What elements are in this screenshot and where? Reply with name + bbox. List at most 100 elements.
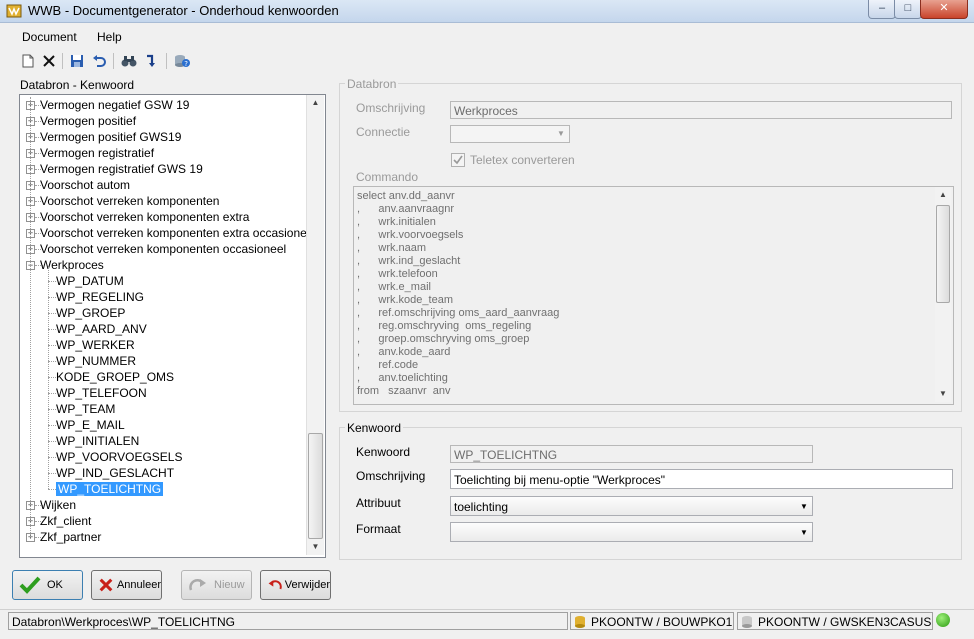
- tree-leaf[interactable]: WP_REGELING: [56, 290, 144, 304]
- nieuw-button[interactable]: Nieuw: [181, 570, 252, 600]
- commando-line: , wrk.e_mail: [357, 281, 431, 293]
- menu-document[interactable]: Document: [22, 30, 77, 44]
- new-document-icon[interactable]: [19, 52, 37, 70]
- tree-leaf[interactable]: WP_GROEP: [56, 306, 125, 320]
- minimize-button[interactable]: –: [868, 0, 896, 19]
- tree-leaf[interactable]: WP_TEAM: [56, 402, 115, 416]
- tree-leaf-row[interactable]: WP_TEAM: [56, 401, 115, 417]
- tree-node[interactable]: Voorschot verreken komponenten extra: [40, 209, 249, 225]
- commando-line: , wrk.initialen: [357, 216, 436, 228]
- tree-leaf-row[interactable]: WP_VOORVOEGSELS: [56, 449, 183, 465]
- kenwoord-omschrijving-input[interactable]: Toelichting bij menu-optie "Werkproces": [450, 469, 953, 489]
- tree-node[interactable]: Voorschot verreken komponenten extra occ…: [40, 225, 316, 241]
- tree-line: [48, 457, 56, 458]
- tree-leaf-row[interactable]: WP_TELEFOON: [56, 385, 147, 401]
- tree-leaf[interactable]: WP_TOELICHTNG: [56, 482, 164, 496]
- connectie-select[interactable]: ▼: [450, 125, 570, 143]
- scroll-down-arrow-icon[interactable]: ▼: [307, 539, 324, 555]
- database-help-icon[interactable]: ?: [173, 52, 191, 70]
- tree-node[interactable]: Vermogen registratief GWS 19: [40, 161, 203, 177]
- tree-node[interactable]: Vermogen negatief GSW 19: [40, 97, 189, 113]
- tree-node[interactable]: Werkproces: [40, 257, 104, 273]
- commando-line: , ref.code: [357, 359, 419, 371]
- commando-line: , wrk.naam: [357, 242, 427, 254]
- commando-line: from szaanvr anv: [357, 385, 451, 397]
- commando-line: , ref.omschrijving oms_aard_aanvraag: [357, 307, 560, 319]
- commando-scrollbar[interactable]: ▲ ▼: [935, 187, 951, 402]
- maximize-button[interactable]: □: [894, 0, 922, 19]
- scroll-thumb[interactable]: [936, 205, 950, 303]
- tree-node[interactable]: Zkf_client: [40, 513, 91, 529]
- commando-line: , reg.omschryving oms_regeling: [357, 320, 532, 332]
- commando-textarea[interactable]: select anv.dd_aanvr, anv.aanvraagnr, wrk…: [353, 186, 954, 405]
- tree-leaf-row[interactable]: WP_E_MAIL: [56, 417, 125, 433]
- annuleer-label: Annuleer: [116, 579, 161, 591]
- tree-node[interactable]: Voorschot verreken komponenten occasione…: [40, 241, 286, 257]
- formaat-select[interactable]: ▼: [450, 522, 813, 542]
- tree-node[interactable]: Voorschot autom: [40, 177, 130, 193]
- tree-leaf-row[interactable]: WP_WERKER: [56, 337, 135, 353]
- tree-node[interactable]: Vermogen registratief: [40, 145, 154, 161]
- tree-leaf[interactable]: WP_WERKER: [56, 338, 135, 352]
- scroll-up-arrow-icon[interactable]: ▲: [307, 95, 324, 111]
- commando-line: , groep.omschryving oms_groep: [357, 333, 530, 345]
- commando-label: Commando: [356, 170, 419, 184]
- annuleer-button[interactable]: Annuleer: [91, 570, 162, 600]
- tree-leaf[interactable]: WP_E_MAIL: [56, 418, 125, 432]
- tree-leaf-row[interactable]: WP_IND_GESLACHT: [56, 465, 174, 481]
- tree-leaf-row[interactable]: WP_TOELICHTNG: [56, 481, 164, 497]
- tree-line: [48, 267, 49, 489]
- tree-leaf[interactable]: WP_NUMMER: [56, 354, 136, 368]
- tree-leaf[interactable]: WP_DATUM: [56, 274, 124, 288]
- tree-node[interactable]: Voorschot verreken komponenten: [40, 193, 219, 209]
- tree-leaf-row[interactable]: WP_DATUM: [56, 273, 124, 289]
- save-icon[interactable]: [68, 52, 86, 70]
- close-button[interactable]: ✕: [920, 0, 968, 19]
- databron-kenwoord-tree[interactable]: + Vermogen negatief GSW 19 + Vermogen posit…: [19, 94, 326, 558]
- database-icon: [742, 616, 752, 628]
- tree-leaf[interactable]: KODE_GROEP_OMS: [56, 370, 174, 384]
- commando-line: select anv.dd_aanvr: [357, 190, 455, 202]
- commando-line: , anv.aanvraagnr: [357, 203, 455, 215]
- tree-leaf[interactable]: WP_TELEFOON: [56, 386, 147, 400]
- tree-leaf[interactable]: WP_INITIALEN: [56, 434, 139, 448]
- commando-line: , anv.kode_aard: [357, 346, 451, 358]
- tree-leaf[interactable]: WP_VOORVOEGSELS: [56, 450, 183, 464]
- goto-arrow-icon[interactable]: [143, 52, 161, 70]
- tree-leaf-row[interactable]: WP_AARD_ANV: [56, 321, 147, 337]
- tree-leaf-row[interactable]: WP_REGELING: [56, 289, 144, 305]
- databron-omschrijving-field[interactable]: Werkproces: [450, 101, 952, 119]
- tree-line: [48, 409, 56, 410]
- tree-line: [48, 441, 56, 442]
- tree-scrollbar[interactable]: ▲ ▼: [306, 95, 324, 555]
- attribuut-select[interactable]: toelichting ▼: [450, 496, 813, 516]
- svg-text:?: ?: [184, 60, 188, 68]
- toolbar-separator: [62, 53, 63, 69]
- tree-node[interactable]: Zkf_partner: [40, 529, 101, 545]
- tree-leaf[interactable]: WP_IND_GESLACHT: [56, 466, 174, 480]
- tree-line: [48, 297, 56, 298]
- scroll-up-arrow-icon[interactable]: ▲: [935, 187, 951, 203]
- kenwoord-field[interactable]: WP_TOELICHTNG: [450, 445, 813, 463]
- tree-node[interactable]: Vermogen positief: [40, 113, 136, 129]
- undo-arrow-icon: [268, 580, 282, 590]
- tree-leaf-row[interactable]: WP_NUMMER: [56, 353, 136, 369]
- toolbar-separator: [113, 53, 114, 69]
- scroll-thumb[interactable]: [308, 433, 323, 539]
- tree-node[interactable]: Vermogen positief GWS19: [40, 129, 181, 145]
- verwijder-button[interactable]: Verwijder: [260, 570, 331, 600]
- ok-label: OK: [47, 579, 63, 591]
- tree-node[interactable]: Wijken: [40, 497, 76, 513]
- menu-help[interactable]: Help: [97, 30, 122, 44]
- scroll-down-arrow-icon[interactable]: ▼: [935, 386, 951, 402]
- chevron-down-icon: ▼: [557, 129, 565, 138]
- undo-icon[interactable]: [90, 52, 108, 70]
- ok-button[interactable]: OK: [12, 570, 83, 600]
- teletex-checkbox[interactable]: [451, 153, 465, 167]
- tree-leaf-row[interactable]: WP_GROEP: [56, 305, 125, 321]
- tree-leaf-row[interactable]: KODE_GROEP_OMS: [56, 369, 174, 385]
- find-binoculars-icon[interactable]: [120, 52, 138, 70]
- tree-leaf-row[interactable]: WP_INITIALEN: [56, 433, 139, 449]
- delete-icon[interactable]: [40, 52, 58, 70]
- tree-leaf[interactable]: WP_AARD_ANV: [56, 322, 147, 336]
